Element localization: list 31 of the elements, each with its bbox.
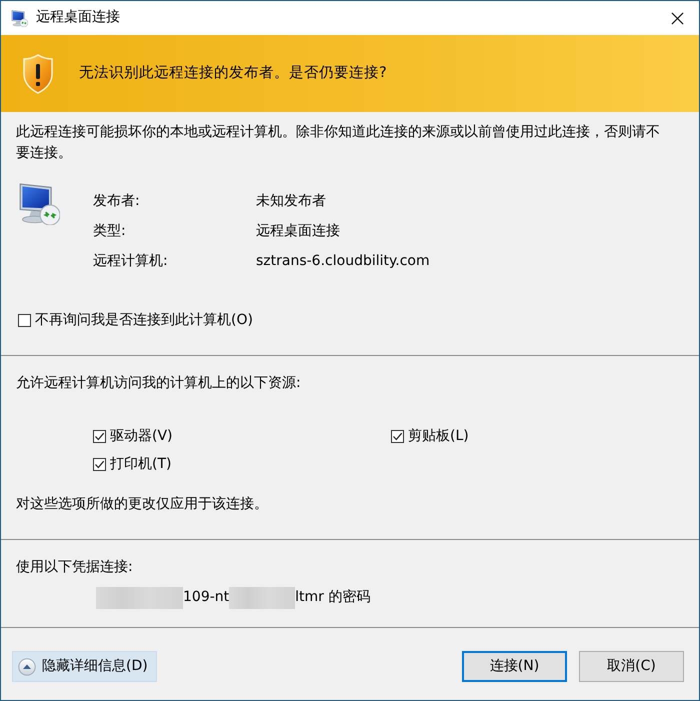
close-icon[interactable] bbox=[670, 12, 684, 24]
checkbox-label[interactable]: 剪贴板(L) bbox=[408, 428, 469, 446]
checkbox[interactable] bbox=[391, 430, 404, 443]
credential-text: ltmr 的密码 bbox=[295, 588, 370, 606]
warning-description: 此远程连接可能损坏你的本地或远程计算机。除非你知道此连接的来源或以前曾使用过此连接，否则请不要连接。 bbox=[16, 123, 661, 163]
window-title: 远程桌面连接 bbox=[36, 9, 120, 27]
dialog-button[interactable]: 取消(C) bbox=[579, 651, 684, 682]
detail-value: 远程桌面连接 bbox=[256, 223, 341, 241]
detail-value: sztrans-6.cloudbility.com bbox=[256, 253, 431, 271]
detail-value: 未知发布者 bbox=[256, 193, 327, 211]
computer-icon bbox=[18, 183, 60, 225]
credential-text: 109-nt bbox=[183, 588, 230, 606]
detail-label: 远程计算机: bbox=[93, 253, 169, 271]
credentials-heading: 使用以下凭据连接: bbox=[16, 559, 134, 576]
detail-label: 发布者: bbox=[93, 193, 141, 211]
checkbox-label[interactable]: 打印机(T) bbox=[110, 456, 172, 474]
dialog-button[interactable]: 连接(N) bbox=[462, 651, 567, 682]
checkbox-label[interactable]: 不再询问我是否连接到此计算机(O) bbox=[35, 312, 253, 330]
resources-heading: 允许远程计算机访问我的计算机上的以下资源: bbox=[16, 375, 302, 392]
warning-shield-icon bbox=[22, 54, 54, 94]
monitor-icon bbox=[11, 10, 28, 26]
hide-details-button[interactable]: 隐藏详细信息(D) bbox=[12, 651, 157, 682]
checkbox[interactable] bbox=[93, 430, 106, 443]
detail-label: 类型: bbox=[93, 223, 127, 241]
checkbox[interactable] bbox=[18, 314, 31, 328]
checkbox-label[interactable]: 驱动器(V) bbox=[110, 428, 173, 446]
collapse-icon[interactable] bbox=[18, 658, 36, 676]
checkbox[interactable] bbox=[93, 458, 106, 471]
blurred-block bbox=[229, 586, 296, 608]
warning-heading: 无法识别此远程连接的发布者。是否仍要连接? bbox=[79, 64, 387, 83]
resources-note: 对这些选项所做的更改仅应用于该连接。 bbox=[16, 496, 269, 513]
